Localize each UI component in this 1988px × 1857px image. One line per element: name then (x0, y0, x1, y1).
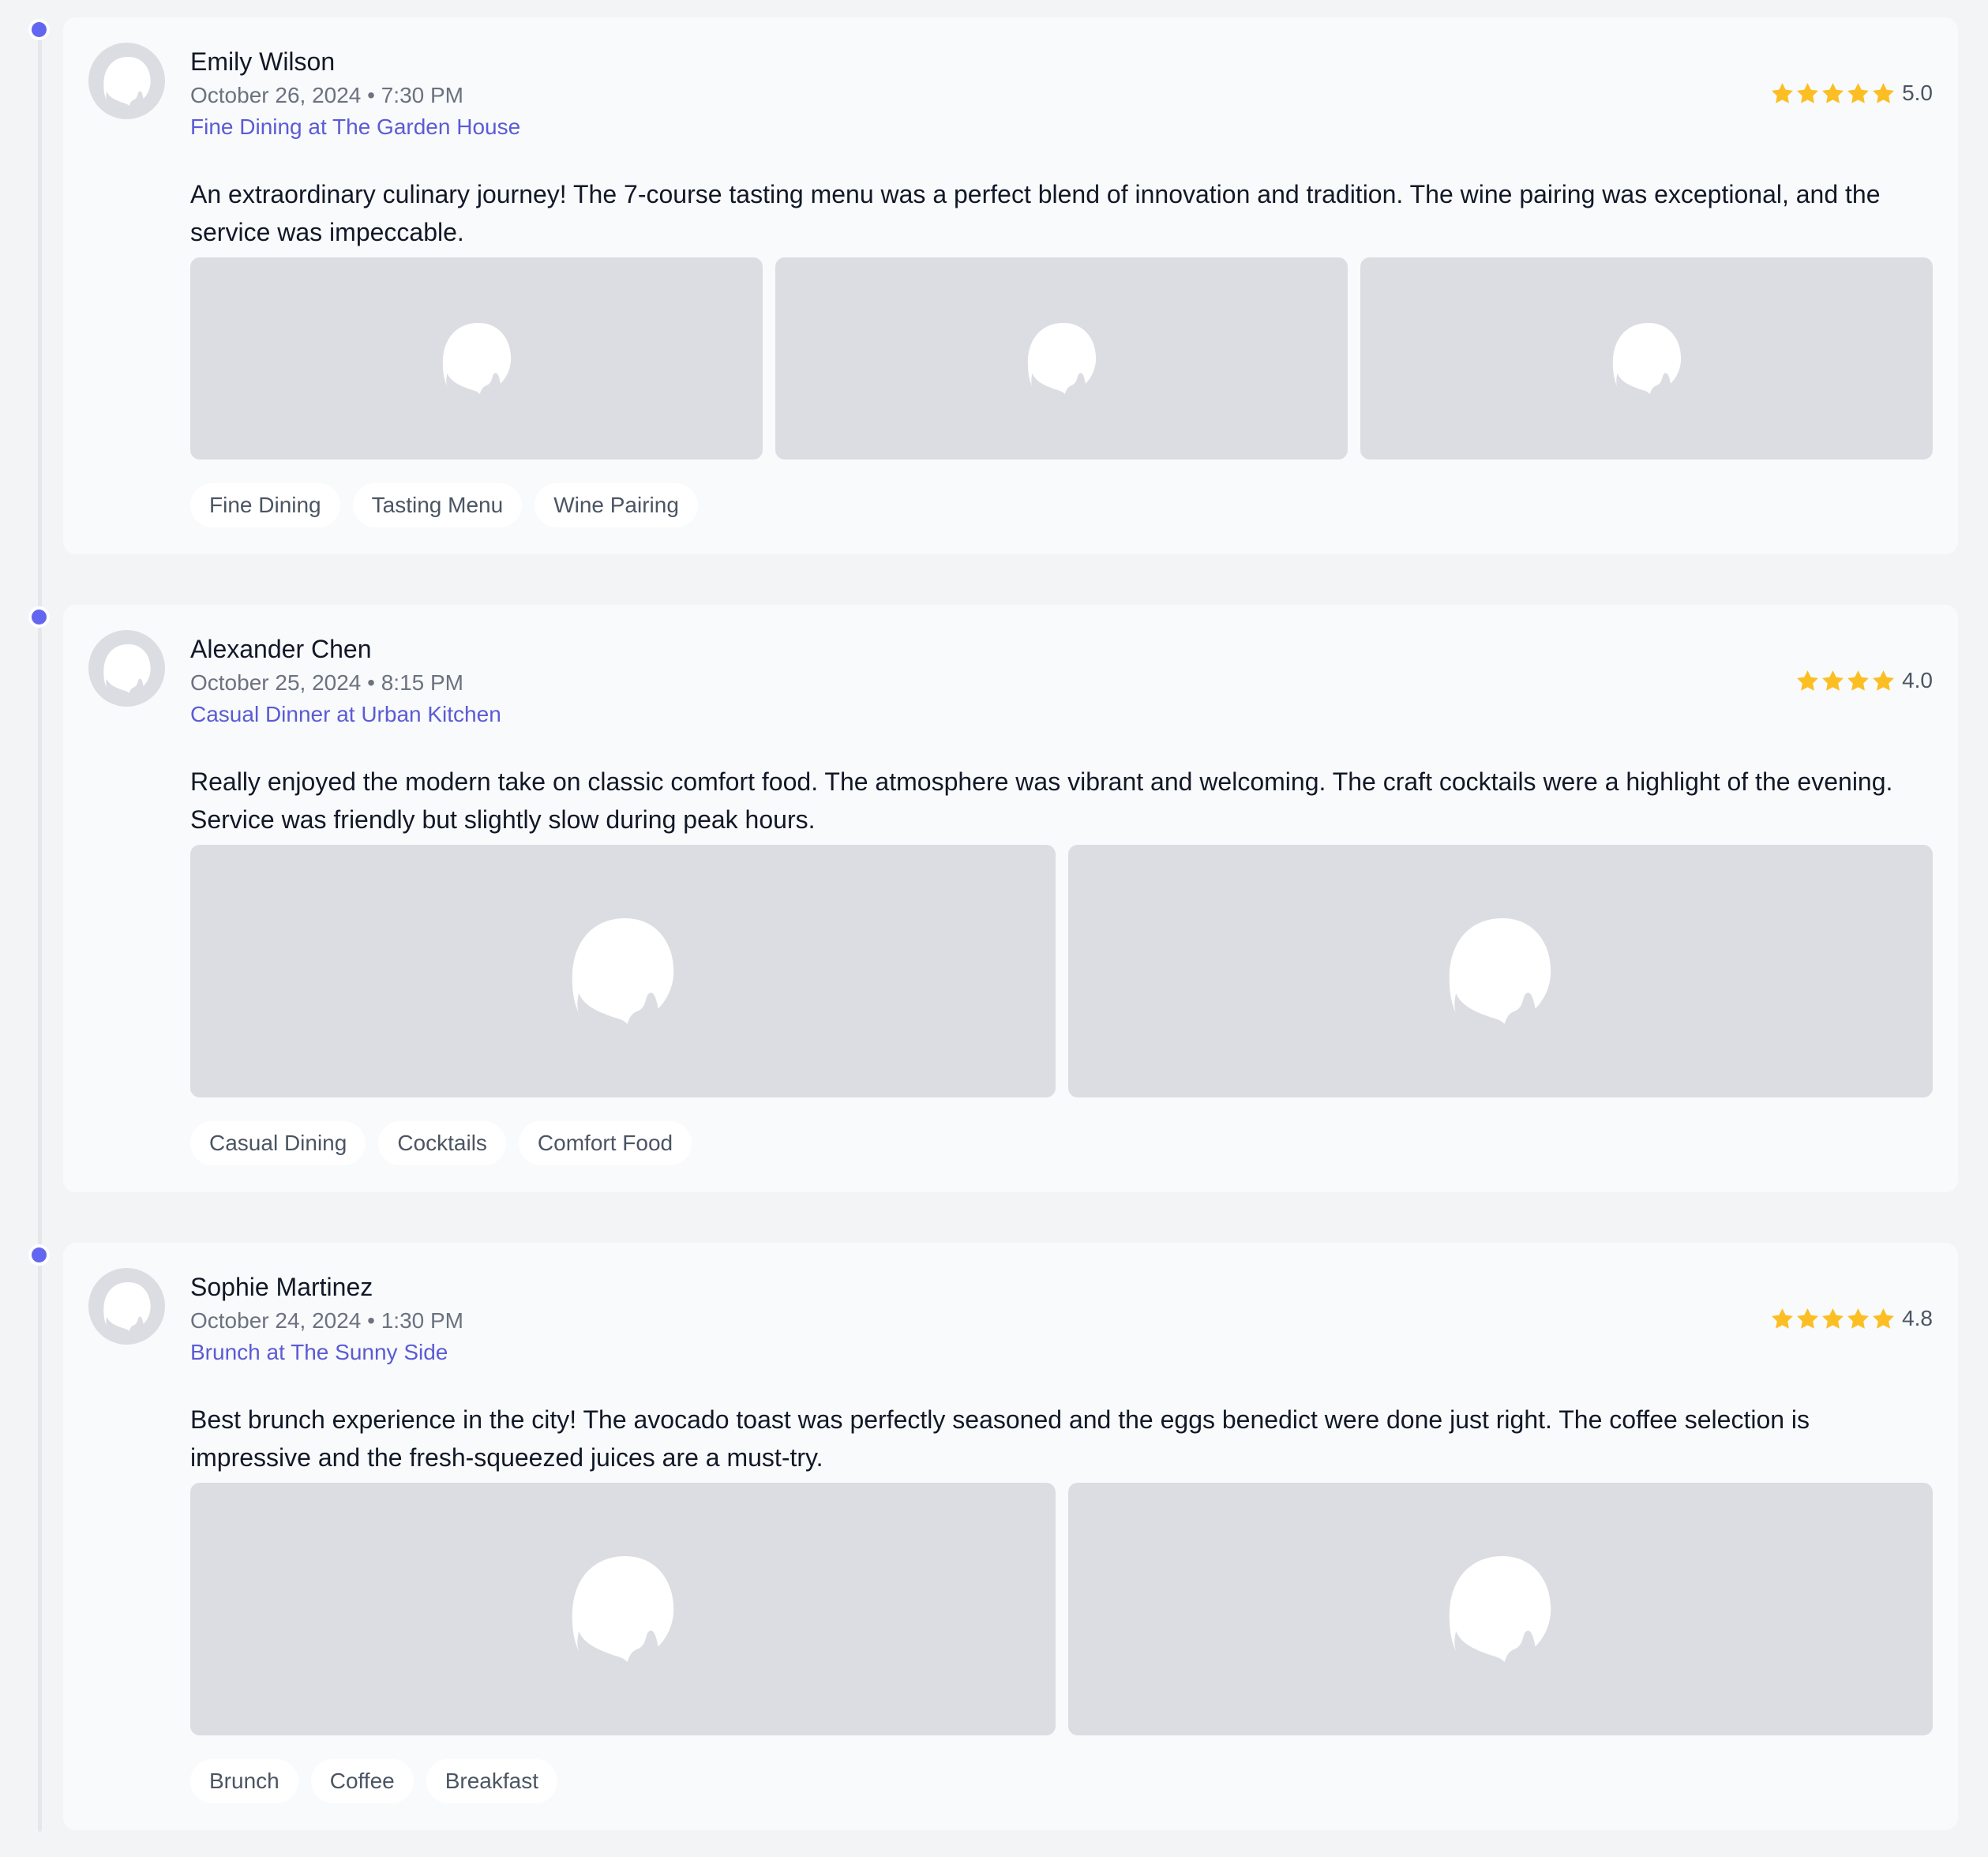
star-icon (1847, 82, 1869, 103)
image-placeholder-icon (442, 323, 511, 394)
review-photo[interactable] (190, 845, 1056, 1097)
review-photo[interactable] (1360, 257, 1933, 460)
venue-link[interactable]: Casual Dinner at Urban Kitchen (190, 701, 501, 728)
review-datetime: October 25, 2024 • 8:15 PM (190, 670, 464, 695)
photo-gallery (190, 257, 1933, 460)
star-icon (1873, 1307, 1894, 1329)
review-text: An extraordinary culinary journey! The 7… (190, 180, 1881, 246)
photo-gallery (190, 1483, 1933, 1735)
image-placeholder-icon (1612, 323, 1681, 394)
tag-chip[interactable]: Wine Pairing (535, 483, 698, 527)
image-placeholder-icon (572, 918, 673, 1024)
reviewer-name[interactable]: Emily Wilson (190, 46, 335, 77)
review-card: Emily Wilson October 26, 2024 • 7:30 PM Fi… (63, 17, 1958, 554)
rating-value: 4.0 (1902, 668, 1933, 692)
star-rating (1770, 1307, 1896, 1331)
tag-chip[interactable]: Fine Dining (190, 483, 340, 527)
star-icon (1847, 670, 1869, 691)
timeline-line (38, 30, 42, 1832)
timeline-dot (32, 610, 47, 625)
avatar-placeholder-icon (103, 56, 151, 106)
rating-value: 4.8 (1902, 1306, 1933, 1330)
venue-link[interactable]: Fine Dining at The Garden House (190, 114, 520, 141)
avatar-placeholder-icon (103, 1281, 151, 1331)
star-icon (1797, 82, 1818, 103)
tag-chip[interactable]: Brunch (190, 1759, 298, 1803)
rating-value: 5.0 (1902, 81, 1933, 105)
tag-list: Brunch Coffee Breakfast (190, 1759, 557, 1803)
timeline-dot (32, 22, 47, 37)
tag-list: Casual Dining Cocktails Comfort Food (190, 1121, 692, 1165)
star-icon (1797, 1307, 1818, 1329)
avatar[interactable] (88, 630, 165, 707)
star-icon (1822, 670, 1844, 691)
star-icon (1797, 670, 1818, 691)
avatar[interactable] (88, 1268, 165, 1345)
tag-chip[interactable]: Comfort Food (518, 1121, 692, 1165)
review-photo[interactable] (190, 1483, 1056, 1735)
rating: 4.0 (1795, 665, 1933, 696)
review-photo[interactable] (775, 257, 1348, 460)
reviewer-name[interactable]: Sophie Martinez (190, 1271, 373, 1303)
star-rating (1770, 81, 1896, 106)
review-text: Best brunch experience in the city! The … (190, 1405, 1810, 1472)
image-placeholder-icon (1450, 1556, 1551, 1662)
image-placeholder-icon (1027, 323, 1096, 394)
tag-chip[interactable]: Cocktails (378, 1121, 506, 1165)
avatar-placeholder-icon (103, 643, 151, 693)
tag-chip[interactable]: Coffee (310, 1759, 414, 1803)
tag-chip[interactable]: Tasting Menu (352, 483, 523, 527)
venue-link[interactable]: Brunch at The Sunny Side (190, 1339, 448, 1366)
tag-chip[interactable]: Casual Dining (190, 1121, 366, 1165)
review-text: Really enjoyed the modern take on classi… (190, 767, 1893, 834)
star-icon (1873, 670, 1894, 691)
review-card: Sophie Martinez October 24, 2024 • 1:30 P… (63, 1243, 1958, 1830)
rating: 5.0 (1770, 77, 1933, 109)
review-datetime: October 26, 2024 • 7:30 PM (190, 83, 464, 107)
star-rating (1795, 669, 1896, 693)
tag-list: Fine Dining Tasting Menu Wine Pairing (190, 483, 698, 527)
reviewer-name[interactable]: Alexander Chen (190, 633, 371, 665)
star-icon (1822, 82, 1844, 103)
review-photo[interactable] (1067, 845, 1933, 1097)
tag-chip[interactable]: Breakfast (426, 1759, 557, 1803)
review-card: Alexander Chen October 25, 2024 • 8:15 PM… (63, 605, 1958, 1192)
image-placeholder-icon (572, 1556, 673, 1662)
star-icon (1772, 1307, 1793, 1329)
review-datetime: October 24, 2024 • 1:30 PM (190, 1308, 464, 1333)
rating: 4.8 (1770, 1303, 1933, 1334)
star-icon (1873, 82, 1894, 103)
star-icon (1822, 1307, 1844, 1329)
star-icon (1772, 82, 1793, 103)
image-placeholder-icon (1450, 918, 1551, 1024)
avatar[interactable] (88, 43, 165, 119)
star-icon (1847, 1307, 1869, 1329)
photo-gallery (190, 845, 1933, 1097)
timeline-dot (32, 1247, 47, 1262)
review-photo[interactable] (190, 257, 763, 460)
review-photo[interactable] (1067, 1483, 1933, 1735)
